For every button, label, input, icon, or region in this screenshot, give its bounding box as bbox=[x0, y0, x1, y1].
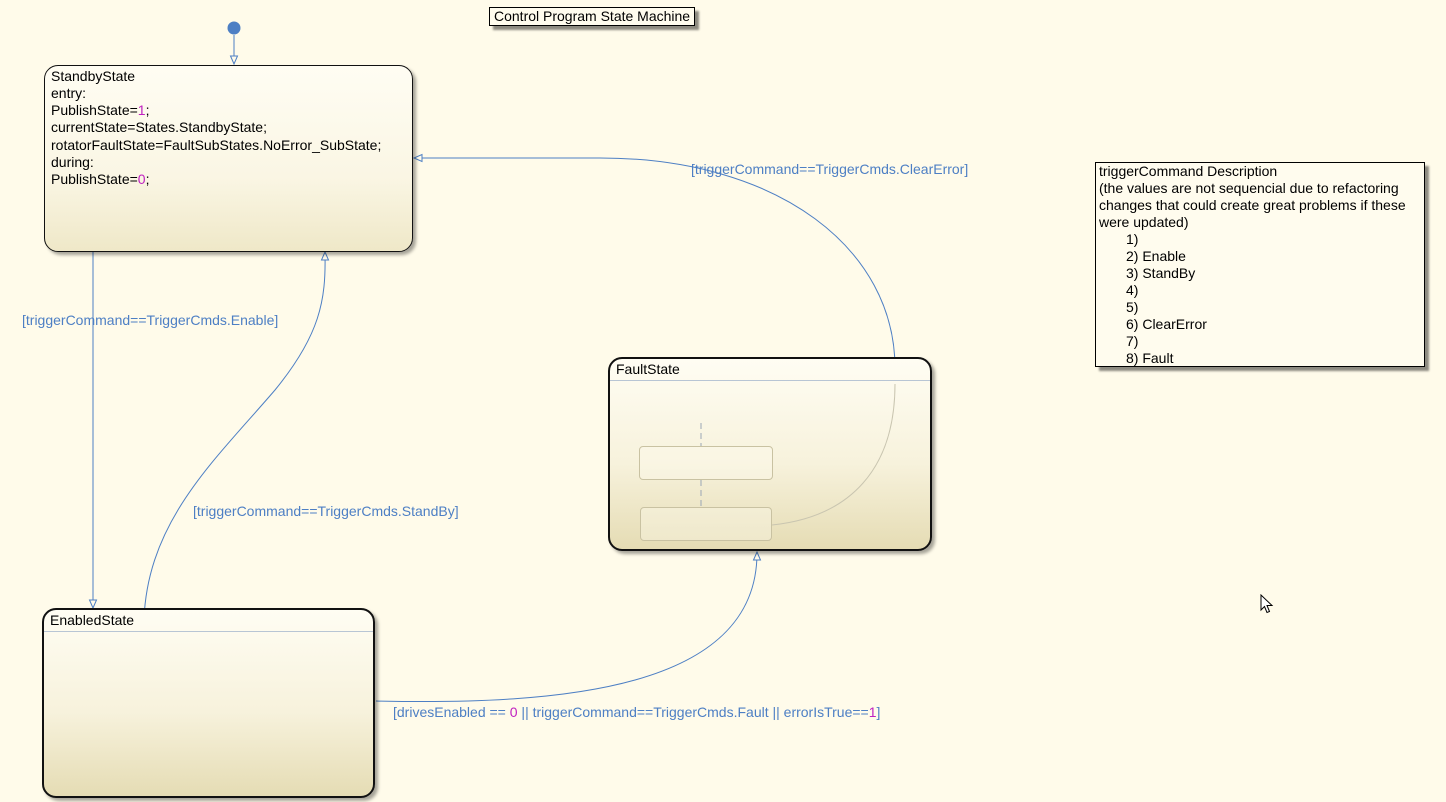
transition-fault-to-standby[interactable] bbox=[415, 157, 896, 369]
mouse-pointer-icon bbox=[1260, 594, 1274, 614]
text-segment: rotatorFaultState=FaultSubStates.NoError… bbox=[51, 136, 382, 153]
transition-label-enable[interactable]: [triggerCommand==TriggerCmds.Enable] bbox=[22, 312, 278, 329]
text-segment: ] bbox=[876, 704, 881, 720]
state-action-line: PublishState=1; bbox=[51, 102, 381, 119]
note-item: 4) bbox=[1126, 282, 1139, 298]
text-segment: during: bbox=[51, 153, 94, 170]
transition-label-clearerror[interactable]: [triggerCommand==TriggerCmds.ClearError] bbox=[691, 161, 968, 178]
text-segment: entry: bbox=[51, 85, 87, 101]
state-standby-name: StandbyState bbox=[51, 68, 136, 84]
transition-enabled-to-standby[interactable] bbox=[143, 253, 326, 620]
state-enabled-name: EnabledState bbox=[50, 612, 135, 628]
fault-substate-2 bbox=[640, 507, 772, 541]
transition-label-fault[interactable]: [drivesEnabled == 0 || triggerCommand==T… bbox=[393, 704, 880, 721]
state-standby-actions: entry: PublishState=1; currentState=States… bbox=[51, 85, 381, 188]
state-action-line: PublishState=0; bbox=[51, 171, 381, 188]
text-segment: ; bbox=[145, 102, 150, 119]
transition-enabled-to-fault-arrowhead bbox=[752, 550, 762, 561]
text-segment: PublishState= bbox=[51, 170, 138, 187]
chart-title: Control Program State Machine bbox=[489, 7, 696, 26]
note-item: 6) ClearError bbox=[1126, 316, 1207, 332]
fault-substate-1 bbox=[639, 446, 773, 480]
note-item: 7) bbox=[1126, 333, 1139, 349]
state-action-line: during: bbox=[51, 154, 381, 171]
state-action-line: rotatorFaultState=FaultSubStates.NoError… bbox=[51, 137, 381, 154]
trigger-command-note[interactable]: triggerCommand Description (the values a… bbox=[1095, 162, 1425, 367]
transition-enabled-to-fault[interactable] bbox=[375, 552, 758, 703]
note-item: 5) bbox=[1126, 299, 1139, 315]
numeric-literal: 0 bbox=[137, 170, 146, 187]
note-item: 1) bbox=[1126, 231, 1139, 247]
note-heading: triggerCommand Description bbox=[1099, 163, 1278, 179]
transition-enabled-to-standby-arrowhead bbox=[320, 250, 330, 261]
note-item: 8) Fault bbox=[1126, 350, 1174, 366]
state-enabled-divider bbox=[44, 631, 373, 632]
default-transition-dot bbox=[227, 21, 241, 35]
note-items: 1) 2) Enable 3) StandBy 4) 5) 6) ClearError 7)… bbox=[1099, 231, 1421, 367]
state-fault[interactable]: FaultState bbox=[608, 357, 932, 551]
text-segment: ; bbox=[145, 170, 150, 187]
numeric-literal: 1 bbox=[868, 704, 877, 720]
text-segment: PublishState= bbox=[51, 102, 138, 119]
numeric-literal: 0 bbox=[509, 704, 518, 720]
text-segment: currentState=States.StandbyState; bbox=[51, 119, 267, 136]
transition-standby-to-enabled-arrowhead bbox=[88, 599, 98, 610]
transition-fault-to-standby-arrowhead bbox=[412, 153, 423, 163]
transition-label-standby[interactable]: [triggerCommand==TriggerCmds.StandBy] bbox=[193, 503, 459, 520]
text-segment: [drivesEnabled == bbox=[393, 704, 510, 720]
note-item: 2) Enable bbox=[1126, 248, 1186, 264]
numeric-literal: 1 bbox=[137, 102, 146, 119]
state-action-line: entry: bbox=[51, 85, 381, 102]
default-transition-arrowhead bbox=[229, 55, 239, 66]
note-body: (the values are not sequencial due to re… bbox=[1099, 180, 1406, 230]
text-segment: || triggerCommand==TriggerCmds.Fault || … bbox=[517, 704, 869, 720]
state-standby[interactable]: StandbyState entry: PublishState=1; curren… bbox=[44, 65, 413, 252]
note-item: 3) StandBy bbox=[1126, 265, 1196, 281]
state-enabled[interactable]: EnabledState bbox=[42, 608, 375, 798]
state-action-line: currentState=States.StandbyState; bbox=[51, 119, 381, 136]
